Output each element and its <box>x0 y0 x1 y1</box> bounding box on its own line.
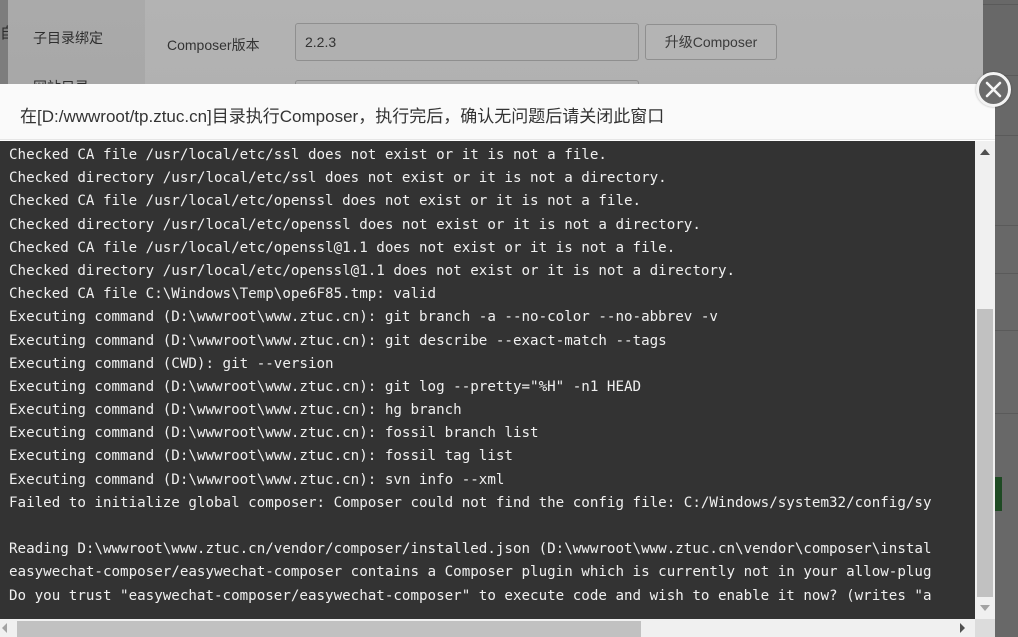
scroll-left-arrow-icon[interactable] <box>2 623 7 633</box>
divider <box>983 4 1018 5</box>
scroll-down-arrow-icon[interactable] <box>980 605 990 611</box>
composer-version-input: 2.2.3 <box>295 23 639 61</box>
console-line: Executing command (D:\wwwroot\www.ztuc.c… <box>9 309 718 326</box>
vertical-scrollbar[interactable] <box>975 141 995 619</box>
console-line: Checked CA file /usr/local/etc/openssl d… <box>9 193 642 210</box>
console-line: Checked directory /usr/local/etc/openssl… <box>9 216 701 233</box>
console-line: Executing command (D:\wwwroot\www.ztuc.c… <box>9 448 513 465</box>
vertical-scroll-thumb[interactable] <box>977 309 993 597</box>
console-line: easywechat-composer/easywechat-composer … <box>9 564 932 581</box>
console-line: Executing command (CWD): git --version <box>9 355 334 372</box>
console-output[interactable]: Checked CA file /usr/local/etc/ssl does … <box>0 141 975 619</box>
modal-title: 在[D:/wwwroot/tp.ztuc.cn]目录执行Composer，执行完… <box>20 107 665 126</box>
modal-header: 在[D:/wwwroot/tp.ztuc.cn]目录执行Composer，执行完… <box>0 84 995 140</box>
console-line: Checked CA file C:\Windows\Temp\ope6F85.… <box>9 286 437 303</box>
scroll-right-arrow-icon[interactable] <box>960 623 965 633</box>
close-icon <box>985 81 1002 98</box>
console-line: Executing command (D:\wwwroot\www.ztuc.c… <box>9 471 505 488</box>
composer-version-label: Composer版本 <box>167 37 260 53</box>
console-line: Reading D:\wwwroot\www.ztuc.cn/vendor/co… <box>9 541 932 558</box>
scrollbar-corner <box>975 619 995 637</box>
console-line: Executing command (D:\wwwroot\www.ztuc.c… <box>9 378 642 395</box>
console-line: Checked CA file /usr/local/etc/ssl does … <box>9 147 607 163</box>
horizontal-scrollbar[interactable] <box>0 619 975 637</box>
scroll-up-arrow-icon[interactable] <box>980 149 990 155</box>
console-line: Failed to initialize global composer: Co… <box>9 494 932 511</box>
console-line: Executing command (D:\wwwroot\www.ztuc.c… <box>9 332 667 349</box>
console-line: Checked directory /usr/local/etc/ssl doe… <box>9 170 667 187</box>
console-line: Checked directory /usr/local/etc/openssl… <box>9 262 736 279</box>
upgrade-composer-button: 升级Composer <box>645 24 777 60</box>
console-lines: Checked CA file /usr/local/etc/ssl does … <box>9 144 932 608</box>
horizontal-scroll-thumb[interactable] <box>17 621 641 637</box>
console-line: Executing command (D:\wwwroot\www.ztuc.c… <box>9 425 539 442</box>
composer-output-modal: 在[D:/wwwroot/tp.ztuc.cn]目录执行Composer，执行完… <box>0 84 995 637</box>
sidebar-item-subdirectory-binding: 子目录绑定 <box>33 30 103 46</box>
console-line: Checked CA file /usr/local/etc/openssl@1… <box>9 239 676 256</box>
console-line: Executing command (D:\wwwroot\www.ztuc.c… <box>9 402 462 419</box>
close-modal-button[interactable] <box>976 72 1011 107</box>
console-line: Do you trust "easywechat-composer/easywe… <box>9 587 932 604</box>
